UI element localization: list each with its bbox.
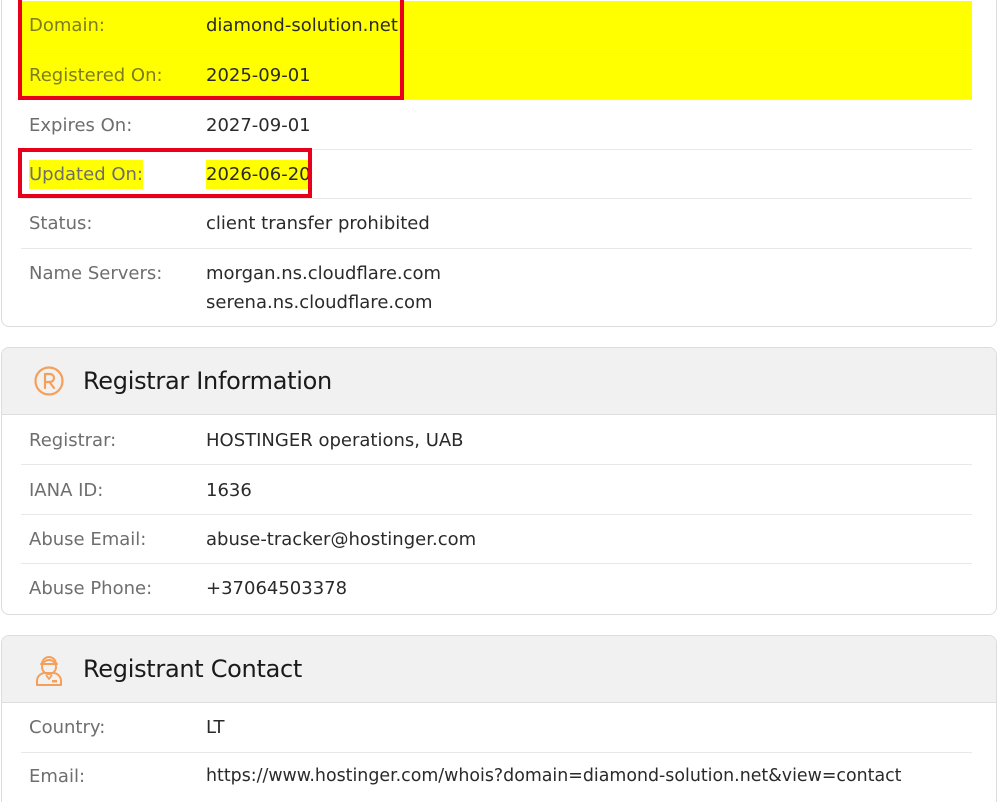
abuse-email-value: abuse-tracker@hostinger.com xyxy=(206,529,477,550)
country-row: Country: LT xyxy=(21,703,972,753)
abuse-phone-row: Abuse Phone: +37064503378 xyxy=(21,564,972,614)
registrar-card-title: Registrar Information xyxy=(83,367,332,395)
name-server-1: morgan.ns.cloudflare.com xyxy=(206,263,442,284)
updated-on-label: Updated On: xyxy=(29,160,143,189)
country-value: LT xyxy=(206,717,225,738)
abuse-phone-label: Abuse Phone: xyxy=(29,578,153,599)
name-servers-row: Name Servers: morgan.ns.cloudflare.com s… xyxy=(21,249,972,326)
domain-label: Domain: xyxy=(29,15,105,36)
registered-trademark-icon xyxy=(31,363,67,399)
registrar-card-header: Registrar Information xyxy=(2,348,996,415)
abuse-email-label: Abuse Email: xyxy=(29,529,147,550)
registrant-card-title: Registrant Contact xyxy=(83,655,302,683)
registrar-label: Registrar: xyxy=(29,430,117,451)
registered-on-label: Registered On: xyxy=(29,65,163,86)
registrar-row: Registrar: HOSTINGER operations, UAB xyxy=(21,415,972,465)
email-row: Email: https://www.hostinger.com/whois?d… xyxy=(21,753,972,802)
registered-on-row: Registered On: 2025-09-01 xyxy=(21,50,972,100)
iana-id-label: IANA ID: xyxy=(29,480,104,501)
registered-on-value: 2025-09-01 xyxy=(206,65,311,86)
registrar-info-card: Registrar Information Registrar: HOSTING… xyxy=(1,347,997,615)
email-label: Email: xyxy=(29,766,86,787)
domain-row: Domain: diamond-solution.net xyxy=(21,1,972,50)
registrant-contact-card: Registrant Contact Country: LT Email: ht… xyxy=(1,635,997,802)
name-server-2: serena.ns.cloudflare.com xyxy=(206,292,433,313)
domain-value: diamond-solution.net xyxy=(206,15,398,36)
expires-on-label: Expires On: xyxy=(29,115,133,136)
expires-on-row: Expires On: 2027-09-01 xyxy=(21,100,972,150)
status-label: Status: xyxy=(29,213,93,234)
expires-on-value: 2027-09-01 xyxy=(206,115,311,136)
registrar-value: HOSTINGER operations, UAB xyxy=(206,430,464,451)
updated-on-value: 2026-06-20 xyxy=(206,160,311,189)
domain-info-card: Domain: diamond-solution.net Registered … xyxy=(1,0,997,327)
abuse-phone-value: +37064503378 xyxy=(206,578,348,599)
abuse-email-row: Abuse Email: abuse-tracker@hostinger.com xyxy=(21,515,972,564)
status-value: client transfer prohibited xyxy=(206,213,430,234)
updated-on-row: Updated On: 2026-06-20 xyxy=(21,150,972,199)
iana-id-value: 1636 xyxy=(206,480,252,501)
country-label: Country: xyxy=(29,717,106,738)
email-value[interactable]: https://www.hostinger.com/whois?domain=d… xyxy=(206,762,902,791)
status-row: Status: client transfer prohibited xyxy=(21,199,972,249)
name-servers-label: Name Servers: xyxy=(29,263,163,284)
iana-id-row: IANA ID: 1636 xyxy=(21,465,972,515)
registrant-card-header: Registrant Contact xyxy=(2,636,996,703)
person-icon xyxy=(31,651,67,687)
